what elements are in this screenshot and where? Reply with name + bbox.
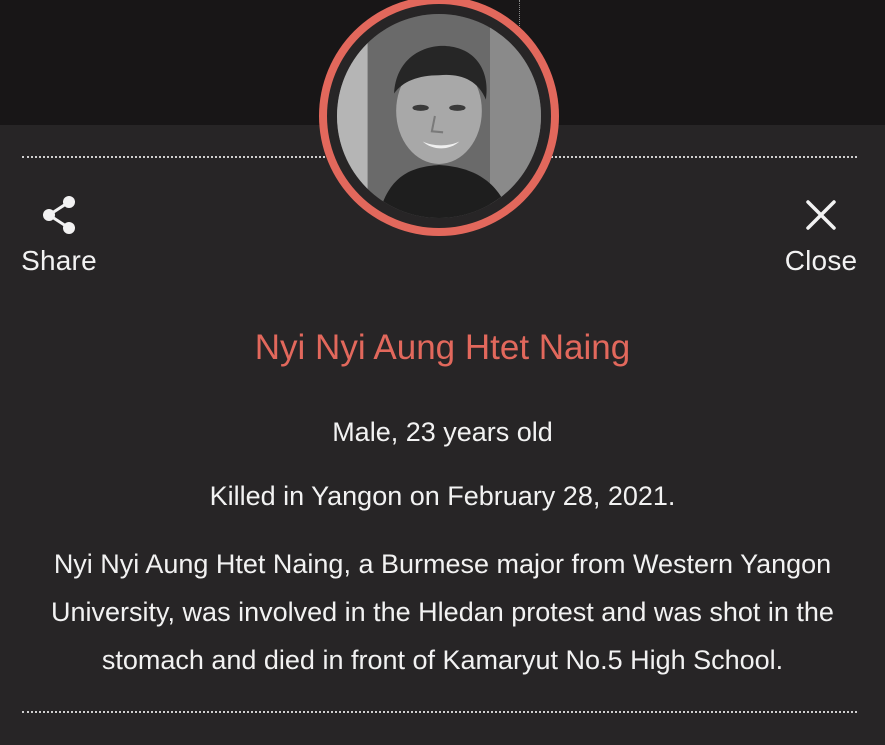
memorial-profile-modal: Share Close Nyi Nyi Aung Htet Naing Male… [0,0,885,745]
bottom-dotted-divider [22,711,857,713]
biography-text: Nyi Nyi Aung Htet Naing, a Burmese major… [51,549,834,675]
profile-photo [337,14,541,218]
close-button[interactable]: Close [781,192,861,278]
death-details-text: Killed in Yangon on February 28, 2021. [209,481,676,511]
share-icon [37,192,81,238]
share-button[interactable]: Share [18,192,100,278]
close-label: Close [784,245,858,276]
close-icon [799,192,843,238]
avatar-ring [327,4,551,228]
portrait-image [337,14,541,218]
gender-age-text: Male, 23 years old [332,417,553,447]
person-name: Nyi Nyi Aung Htet Naing [254,328,631,367]
header-divider [519,0,520,28]
profile-avatar [319,0,559,236]
share-label: Share [21,245,97,276]
